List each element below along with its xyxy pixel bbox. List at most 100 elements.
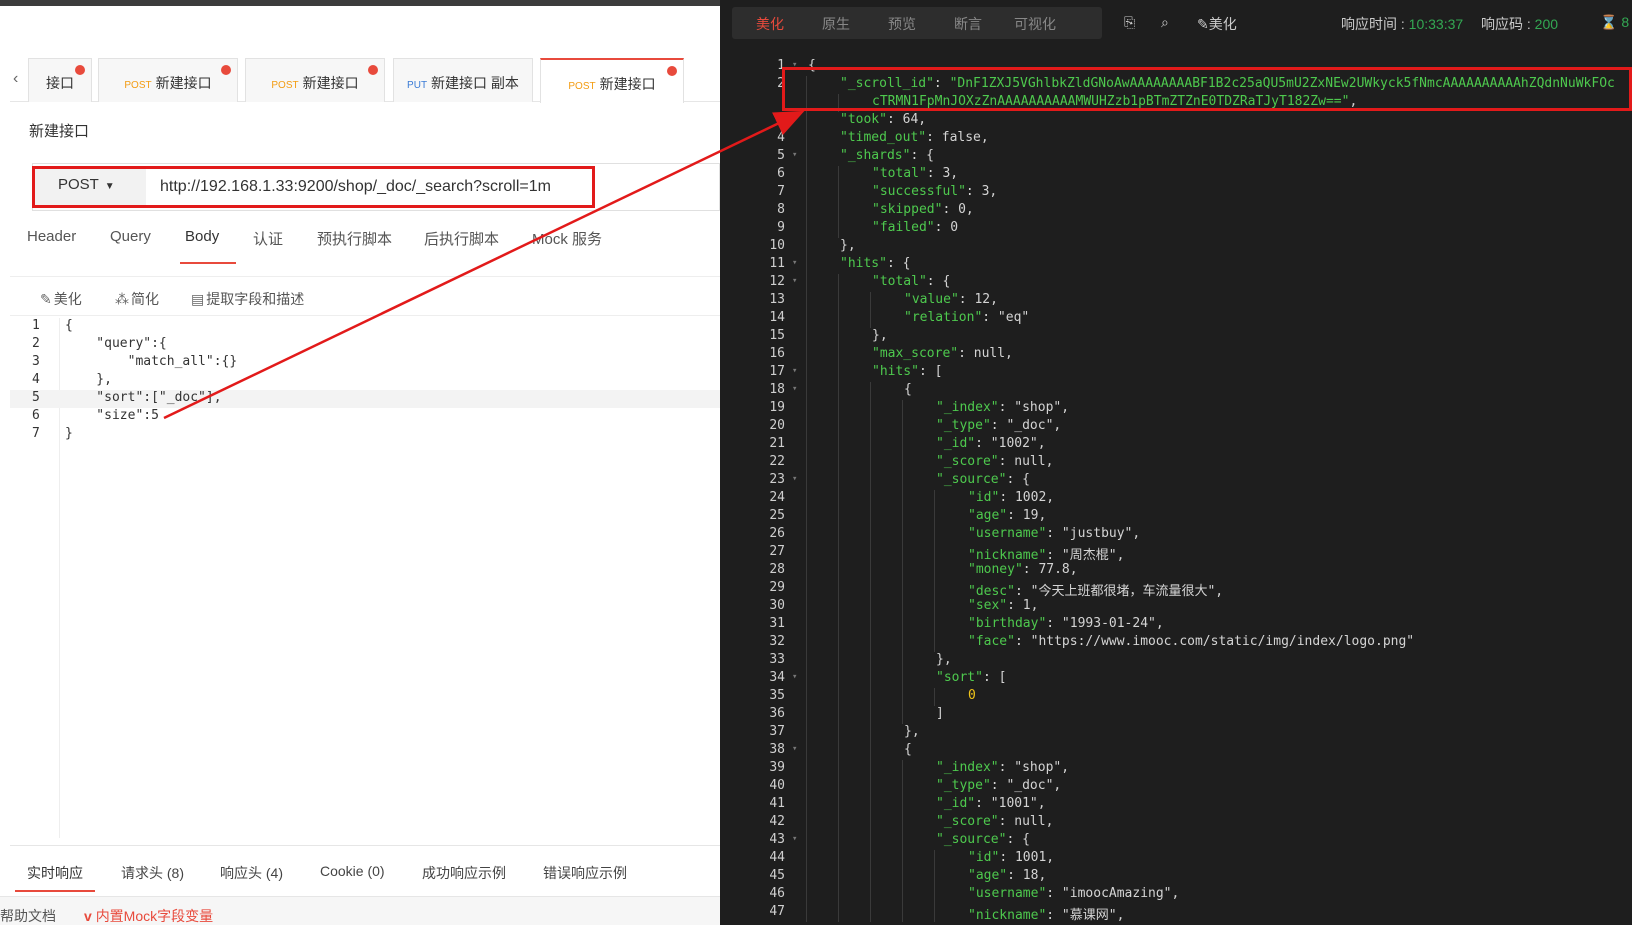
extract-fields-button[interactable]: ▤ 提取字段和描述 [191,289,304,309]
url-highlight-box [32,166,595,208]
tab-live-response[interactable]: 实时响应 [27,863,83,883]
indent-guide [838,598,839,616]
line-code: "match_all":{} [65,354,238,369]
hourglass-icon: ⌛ [1600,14,1618,30]
request-tab[interactable]: POST 新建接口 [245,58,385,102]
indent-guide [838,346,839,364]
copy-icon[interactable]: ⎘ [1124,14,1135,31]
json-code: "value": 12, [904,292,998,307]
json-code: "hits": { [840,256,911,271]
indent-guide [902,778,903,796]
tab-assert[interactable]: 断言 [954,14,982,34]
tab-mock-service[interactable]: Mock 服务 [532,228,602,249]
tab-header[interactable]: Header [27,228,76,245]
tab-beautify[interactable]: 美化 [756,14,784,34]
response-panel: 美化 原生 预览 断言 可视化 ⎘ ⌕ ✎美化 响应时间 : 10:33:37 … [720,0,1632,925]
line-number: 5 [32,390,40,405]
json-line: 26 "username": "justbuy", [720,526,1632,544]
search-icon[interactable]: ⌕ [1161,14,1169,31]
response-code-value: 200 [1534,16,1559,32]
json-line: 18 ▾ { [720,382,1632,400]
json-line: 10}, [720,238,1632,256]
json-line: 47 "nickname": "慕课网", [720,904,1632,923]
json-line: 3 "took": 64, [720,112,1632,130]
indent-guide [902,814,903,832]
tab-post-script[interactable]: 后执行脚本 [424,228,499,249]
line-number: 6 [777,166,785,181]
v-icon: v [84,908,96,924]
line-number: 47 [769,904,785,919]
indent-guide [870,310,871,328]
json-code: "total": 3, [872,166,959,181]
fold-toggle-icon[interactable]: ▾ [792,150,797,160]
tab-raw[interactable]: 原生 [822,14,850,34]
json-line: 8 "skipped": 0, [720,202,1632,220]
indent-guide [838,202,839,220]
indent-guide [870,562,871,580]
beautify-button[interactable]: ✎ 美化 [40,289,82,309]
tab-visualize[interactable]: 可视化 [1014,14,1056,34]
line-number: 22 [769,454,785,469]
indent-guide [934,616,935,634]
indent-guide [806,706,807,724]
beautify-response-button[interactable]: ✎美化 [1197,14,1237,34]
fold-toggle-icon[interactable]: ▾ [792,474,797,484]
request-tab[interactable]: 接口 [28,58,92,102]
indent-guide [902,634,903,652]
response-tab-underline [15,890,95,892]
fold-toggle-icon[interactable]: ▾ [792,276,797,286]
simplify-button[interactable]: ⁂ 简化 [115,289,159,309]
tab-preview[interactable]: 预览 [888,14,916,34]
line-number: 23 [769,472,785,487]
json-line: 40 "_type": "_doc", [720,778,1632,796]
tab-success-example[interactable]: 成功响应示例 [422,863,506,883]
line-number: 29 [769,580,785,595]
body-editor[interactable]: 1 { 2 "query":{ 3 "match_all":{} 4 }, 5 "… [10,318,720,838]
page-title: 新建接口 [29,123,90,140]
request-tab[interactable]: PUT 新建接口 副本 [393,58,533,102]
indent-guide [838,490,839,508]
json-code: ] [936,706,944,721]
tab-request-headers[interactable]: 请求头 (8) [121,863,184,883]
tab-pre-script[interactable]: 预执行脚本 [317,228,392,249]
sitemap-icon: ⁂ [115,291,129,307]
indent-guide [870,850,871,868]
indent-guide [902,832,903,850]
request-tab-active[interactable]: POST 新建接口 [540,58,684,103]
line-number: 21 [769,436,785,451]
indent-guide [902,886,903,904]
fold-toggle-icon[interactable]: ▾ [792,366,797,376]
indent-guide [806,562,807,580]
unsaved-dot-icon [667,66,677,76]
mock-variables-link[interactable]: v 内置Mock字段变量 [84,906,213,925]
indent-guide [870,706,871,724]
tab-cookie[interactable]: Cookie (0) [320,863,385,879]
line-number: 17 [769,364,785,379]
indent-guide [934,544,935,562]
tab-response-headers[interactable]: 响应头 (4) [220,863,283,883]
fold-toggle-icon[interactable]: ▾ [792,744,797,754]
fold-toggle-icon[interactable]: ▾ [792,834,797,844]
fold-toggle-icon[interactable]: ▾ [792,672,797,682]
tab-body[interactable]: Body [185,228,219,245]
fold-toggle-icon[interactable]: ▾ [792,258,797,268]
indent-guide [838,400,839,418]
tab-query[interactable]: Query [110,228,151,245]
help-docs-link[interactable]: 帮助文档 [0,906,56,925]
line-number: 16 [769,346,785,361]
json-code: "_score": null, [936,454,1054,469]
fold-toggle-icon[interactable]: ▾ [792,384,797,394]
line-code: { [65,318,73,333]
tab-auth[interactable]: 认证 [253,228,283,249]
request-tab[interactable]: POST 新建接口 [98,58,238,102]
json-viewer[interactable]: 1 ▾{2 "_scroll_id": "DnF1ZXJ5VGhlbkZldGNoA… [720,58,1632,925]
indent-guide [838,274,839,292]
tab-error-example[interactable]: 错误响应示例 [543,863,627,883]
tabs-scroll-left-icon[interactable]: ‹ [13,70,18,88]
json-line: 25 "age": 19, [720,508,1632,526]
indent-guide [902,706,903,724]
indent-guide [902,616,903,634]
json-line: 35 0 [720,688,1632,706]
indent-guide [902,490,903,508]
indent-guide [870,454,871,472]
